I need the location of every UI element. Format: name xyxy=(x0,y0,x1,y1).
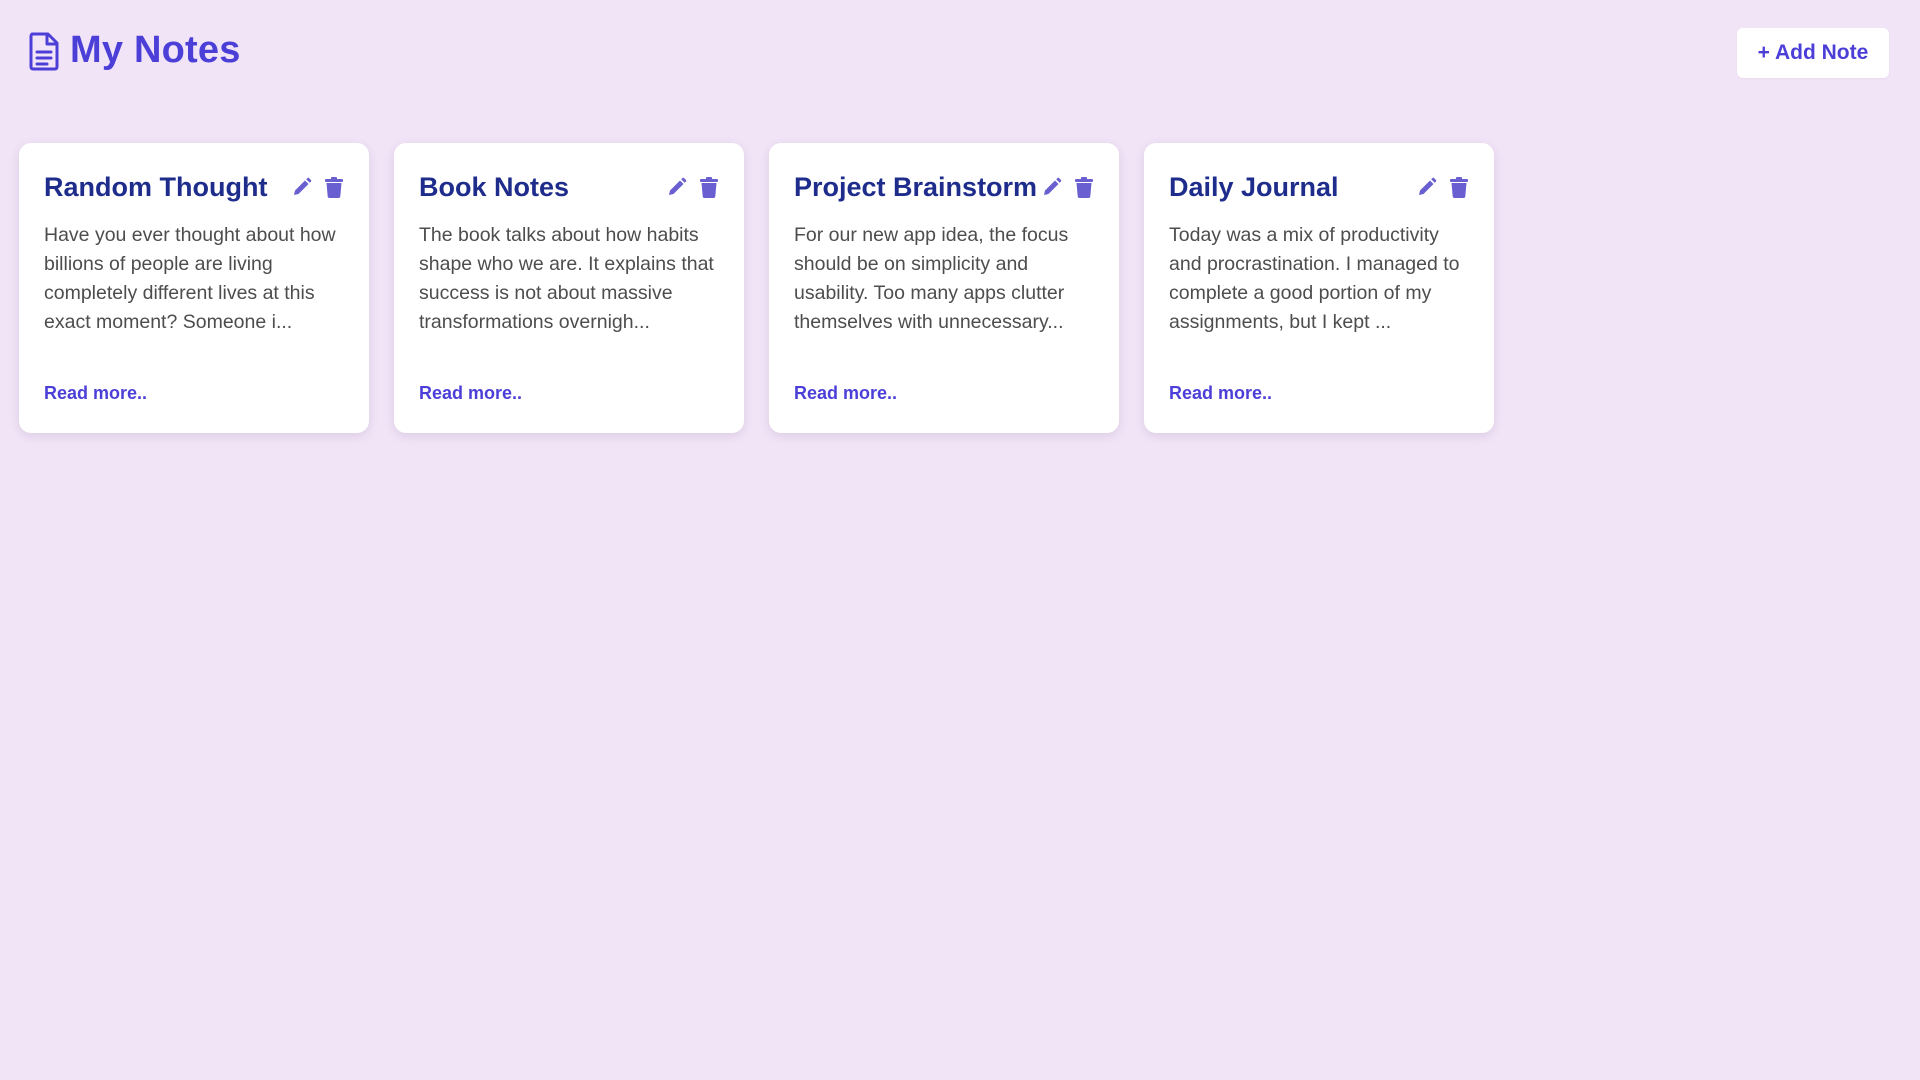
note-title: Daily Journal xyxy=(1169,171,1339,202)
notes-grid: Random Thought Have you ever thought abo… xyxy=(19,143,1494,433)
pencil-icon[interactable] xyxy=(1416,176,1438,198)
pencil-icon[interactable] xyxy=(291,176,313,198)
pencil-icon[interactable] xyxy=(666,176,688,198)
note-title: Book Notes xyxy=(419,171,570,202)
note-actions xyxy=(666,176,720,198)
trash-icon[interactable] xyxy=(698,176,720,198)
note-actions xyxy=(1416,176,1470,198)
brand: My Notes xyxy=(28,29,241,72)
read-more-link[interactable]: Read more.. xyxy=(44,383,147,404)
note-excerpt: Today was a mix of productivity and proc… xyxy=(1169,224,1460,333)
note-excerpt: For our new app idea, the focus should b… xyxy=(794,224,1069,333)
trash-icon[interactable] xyxy=(1073,176,1095,198)
note-card: Daily Journal Today was a mix of product… xyxy=(1144,143,1494,433)
note-title: Project Brainstorm xyxy=(794,171,1038,202)
note-card: Random Thought Have you ever thought abo… xyxy=(19,143,369,433)
page-title: My Notes xyxy=(70,29,241,71)
read-more-link[interactable]: Read more.. xyxy=(419,383,522,404)
note-title: Random Thought xyxy=(44,171,268,202)
read-more-link[interactable]: Read more.. xyxy=(794,383,897,404)
note-actions xyxy=(291,176,345,198)
trash-icon[interactable] xyxy=(1448,176,1470,198)
note-card: Book Notes The book talks about how habi… xyxy=(394,143,744,433)
note-card: Project Brainstorm For our new app idea,… xyxy=(769,143,1119,433)
read-more-link[interactable]: Read more.. xyxy=(1169,383,1272,404)
trash-icon[interactable] xyxy=(323,176,345,198)
note-excerpt: Have you ever thought about how billions… xyxy=(44,224,336,333)
document-icon xyxy=(28,31,60,71)
add-note-button[interactable]: + Add Note xyxy=(1737,28,1889,78)
note-excerpt: The book talks about how habits shape wh… xyxy=(419,224,714,333)
app-header: My Notes + Add Note xyxy=(0,0,1920,105)
note-actions xyxy=(1041,176,1095,198)
pencil-icon[interactable] xyxy=(1041,176,1063,198)
